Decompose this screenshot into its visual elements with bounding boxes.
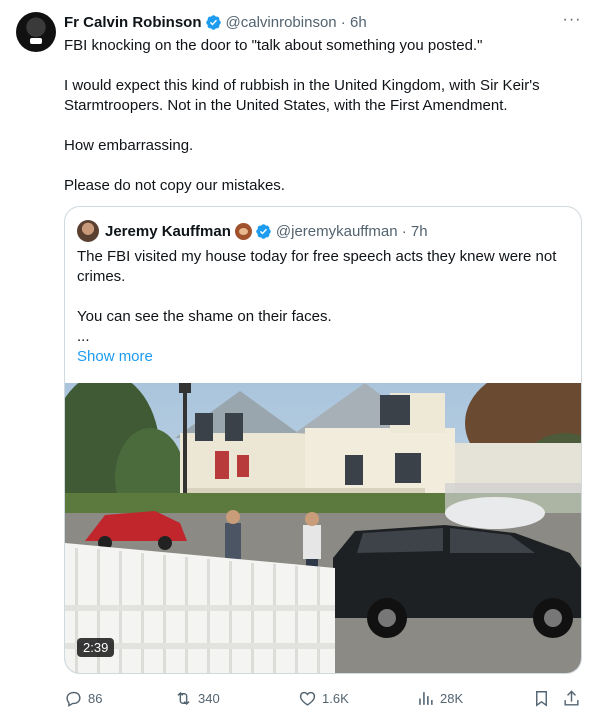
bookmark-button[interactable] (532, 683, 556, 713)
quote-line: You can see the shame on their faces. (77, 308, 332, 325)
quoted-author-avatar (77, 220, 99, 242)
video-thumbnail (65, 383, 581, 673)
heart-icon (299, 691, 316, 706)
tweet-line (64, 56, 584, 76)
reply-button[interactable]: 86 (64, 683, 102, 713)
author-name[interactable]: Fr Calvin Robinson (64, 14, 202, 31)
more-options-button[interactable]: ··· (562, 10, 582, 30)
share-button[interactable] (562, 683, 586, 713)
quote-line: ... (77, 328, 90, 345)
quote-line (77, 287, 567, 307)
reply-count: 86 (88, 690, 103, 706)
action-bar: 86 340 1.6K 28K (64, 683, 584, 713)
monkey-emoji-icon (234, 222, 252, 240)
separator-dot: · (397, 222, 411, 240)
video-duration-badge: 2:39 (77, 638, 115, 657)
quote-line: The FBI visited my house today for free … (77, 248, 557, 285)
author-handle[interactable]: @calvinrobinson (226, 14, 337, 31)
like-button[interactable]: 1.6K (298, 683, 349, 713)
repost-count: 340 (198, 690, 220, 706)
bookmark-icon (536, 690, 547, 707)
tweet-line: FBI knocking on the door to "talk about … (64, 37, 483, 54)
tweet-header: Fr Calvin Robinson @calvinrobinson · 6h (64, 11, 582, 33)
tweet: Fr Calvin Robinson @calvinrobinson · 6h … (0, 0, 598, 718)
verified-badge-icon (256, 223, 271, 239)
repost-icon (177, 691, 190, 705)
quoted-tweet-header: Jeremy Kauffman @jeremykauffman · 7h (77, 220, 428, 242)
quoted-tweet-time: 7h (410, 222, 428, 240)
verified-badge-icon (205, 14, 221, 30)
repost-button[interactable]: 340 (174, 683, 220, 713)
tweet-line: Please do not copy our mistakes. (64, 177, 285, 194)
tweet-line (64, 156, 584, 176)
views-chart-icon (419, 691, 433, 705)
views-count: 28K (440, 690, 464, 706)
quoted-author-name: Jeremy Kauffman (105, 222, 231, 240)
tweet-time[interactable]: 6h (350, 14, 367, 31)
like-count: 1.6K (322, 690, 349, 706)
tweet-text: FBI knocking on the door to "talk about … (64, 36, 584, 196)
tweet-line: How embarrassing. (64, 137, 194, 154)
views-button[interactable]: 28K (416, 683, 463, 713)
quoted-author-handle: @jeremykauffman (275, 222, 398, 240)
show-more-link[interactable]: Show more (77, 348, 153, 365)
quoted-tweet-text: The FBI visited my house today for free … (77, 247, 567, 367)
share-icon (564, 689, 579, 706)
separator-dot: · (336, 13, 350, 31)
quoted-tweet[interactable]: Jeremy Kauffman @jeremykauffman · 7h The… (64, 206, 582, 674)
tweet-line (64, 116, 584, 136)
author-avatar[interactable] (16, 12, 56, 52)
reply-icon (66, 691, 81, 707)
video-player[interactable]: 2:39 (65, 383, 581, 673)
tweet-line: I would expect this kind of rubbish in t… (64, 77, 540, 114)
